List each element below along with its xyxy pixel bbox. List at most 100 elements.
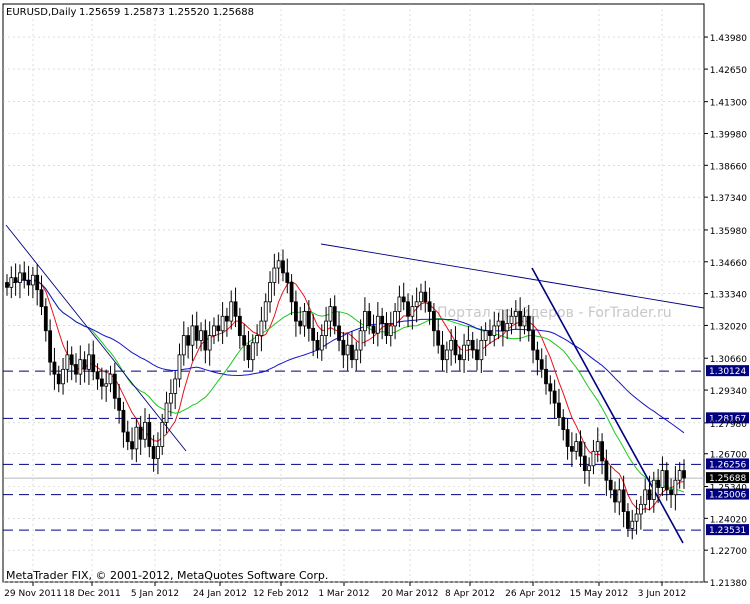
candle-body bbox=[608, 479, 613, 491]
candle-body bbox=[268, 282, 272, 303]
candle-body bbox=[350, 344, 354, 361]
copyright-label: MetaTrader FIX, © 2001-2012, MetaQuotes … bbox=[6, 569, 328, 582]
date-tick-label: 5 Jan 2012 bbox=[131, 589, 179, 599]
candle-body bbox=[419, 291, 423, 303]
candle-body bbox=[121, 409, 126, 433]
candle-body bbox=[669, 489, 673, 496]
candle-body bbox=[375, 315, 380, 334]
price-tick-label: 1.24020 bbox=[710, 515, 747, 525]
candle-body bbox=[354, 349, 359, 361]
candle-body bbox=[207, 335, 212, 351]
date-tick-label: 29 Nov 2011 bbox=[4, 589, 62, 599]
symbol-label: EURUSD,Daily bbox=[6, 7, 77, 18]
candle-body bbox=[61, 368, 65, 385]
candle-body bbox=[242, 335, 247, 346]
candle-body bbox=[212, 325, 216, 336]
candle-body bbox=[186, 335, 191, 346]
candle-body bbox=[156, 446, 160, 459]
candle-body bbox=[539, 359, 544, 370]
candle-body bbox=[466, 339, 471, 346]
candle-body bbox=[656, 479, 661, 488]
candle-body bbox=[544, 368, 548, 385]
candle-body bbox=[410, 306, 415, 317]
candle-body bbox=[87, 354, 91, 370]
candle-body bbox=[341, 339, 346, 356]
candle-body bbox=[526, 315, 531, 332]
ohlc-values: 1.25659 1.25873 1.25520 1.25688 bbox=[79, 7, 254, 18]
candle-body bbox=[617, 489, 622, 503]
candle-body bbox=[255, 335, 260, 344]
price-tick-label: 1.29340 bbox=[710, 387, 747, 397]
candle-body bbox=[682, 470, 686, 479]
candle-body bbox=[13, 277, 18, 283]
candle-body bbox=[371, 325, 376, 334]
candle-body bbox=[237, 315, 242, 336]
candle-body bbox=[328, 306, 333, 322]
candle-body bbox=[289, 282, 294, 303]
candle-body bbox=[151, 446, 156, 459]
price-chart[interactable]: Портал трейдеров - ForTrader.ru 1.301241… bbox=[0, 0, 750, 600]
candle-body bbox=[557, 402, 561, 418]
candle-body bbox=[449, 339, 454, 351]
candle-body bbox=[203, 330, 208, 351]
candle-body bbox=[250, 342, 255, 361]
candle-body bbox=[173, 378, 178, 394]
date-tick-label: 26 Apr 2012 bbox=[505, 589, 561, 599]
candle-body bbox=[574, 441, 579, 452]
candle-body bbox=[319, 335, 324, 351]
candle-body bbox=[436, 330, 441, 346]
candle-body bbox=[479, 339, 484, 361]
candle-body bbox=[91, 354, 96, 373]
candle-body bbox=[384, 323, 389, 336]
candle-body bbox=[470, 339, 475, 351]
candle-body bbox=[332, 306, 337, 327]
candle-body bbox=[229, 301, 234, 322]
date-tick-label: 8 Apr 2012 bbox=[445, 589, 495, 599]
candle-body bbox=[9, 277, 14, 288]
candle-body bbox=[358, 330, 363, 351]
level-price-label: 1.23531 bbox=[709, 526, 746, 536]
candle-body bbox=[664, 470, 669, 491]
candle-body bbox=[294, 301, 298, 322]
price-tick-label: 1.37340 bbox=[710, 194, 747, 204]
candle-body bbox=[22, 272, 27, 281]
date-tick-label: 20 Mar 2012 bbox=[381, 589, 438, 599]
candle-body bbox=[444, 349, 449, 361]
candle-body bbox=[259, 320, 264, 336]
candle-body bbox=[367, 311, 372, 327]
candle-body bbox=[643, 489, 648, 505]
candle-body bbox=[220, 315, 225, 332]
candle-body bbox=[315, 339, 320, 351]
candle-body bbox=[492, 325, 497, 336]
date-tick-label: 12 Feb 2012 bbox=[253, 589, 309, 599]
candle-body bbox=[26, 279, 31, 286]
candle-body bbox=[513, 311, 518, 317]
candle-body bbox=[143, 421, 147, 440]
candle-body bbox=[647, 489, 652, 500]
price-tick-label: 1.42650 bbox=[710, 66, 747, 76]
candle-body bbox=[630, 520, 635, 529]
candle-body bbox=[18, 272, 22, 283]
candle-body bbox=[453, 339, 458, 356]
candle-body bbox=[181, 335, 186, 356]
candle-body bbox=[65, 354, 70, 370]
candle-body bbox=[475, 349, 479, 361]
price-tick-label: 1.35980 bbox=[710, 227, 747, 237]
candle-body bbox=[164, 402, 169, 423]
price-tick-label: 1.32020 bbox=[710, 322, 747, 332]
chart-window[interactable]: Портал трейдеров - ForTrader.ru 1.30124 1… bbox=[0, 0, 750, 600]
date-tick-label: 24 Jan 2012 bbox=[193, 589, 247, 599]
candle-body bbox=[324, 320, 328, 336]
candle-body bbox=[600, 441, 604, 462]
candle-body bbox=[638, 503, 643, 515]
candle-body bbox=[160, 421, 165, 447]
candle-body bbox=[56, 373, 61, 385]
price-tick-label: 1.26700 bbox=[710, 451, 747, 461]
candle-body bbox=[500, 320, 505, 332]
candle-body bbox=[138, 426, 143, 440]
candle-body bbox=[302, 311, 307, 327]
level-price-label: 1.26256 bbox=[709, 460, 746, 470]
candle-body bbox=[488, 330, 492, 336]
candle-body bbox=[99, 378, 104, 387]
candle-body bbox=[613, 489, 617, 503]
